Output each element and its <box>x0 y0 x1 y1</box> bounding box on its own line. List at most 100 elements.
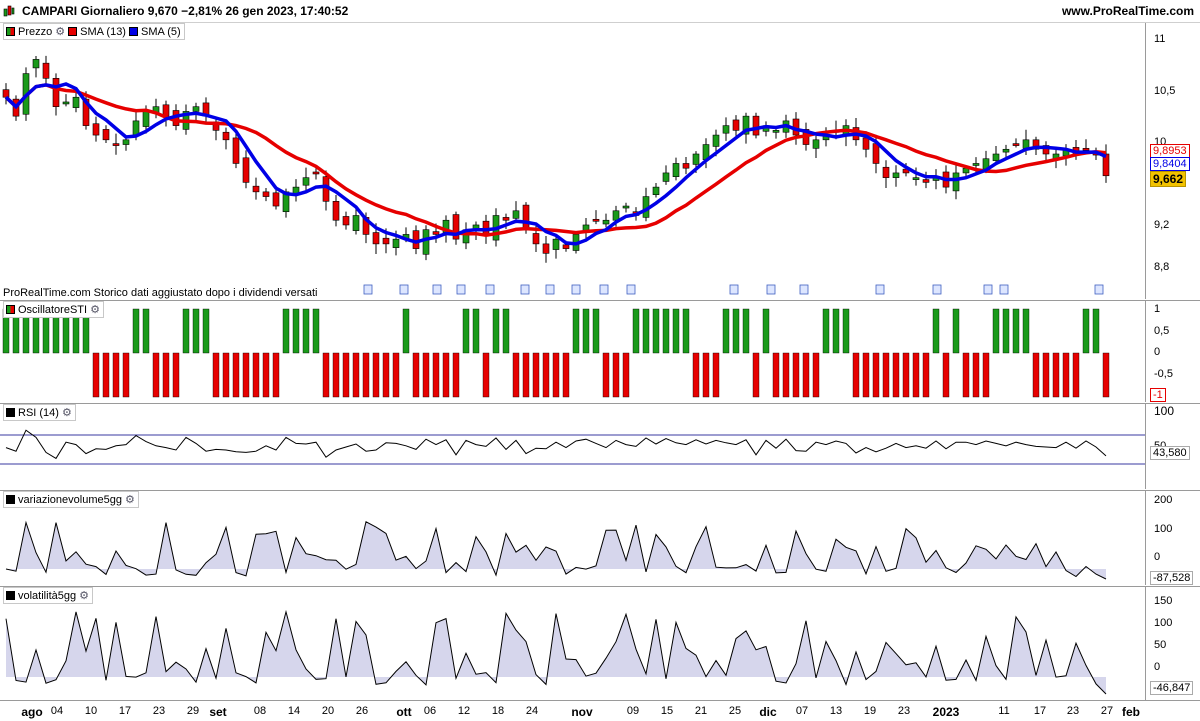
osc-swatch <box>6 305 15 314</box>
oscillator-bar <box>552 352 560 398</box>
candle-body <box>682 163 690 169</box>
x-axis-label: nov <box>571 705 593 719</box>
event-marker-icon <box>485 284 495 295</box>
oscillator-bar <box>852 352 860 398</box>
oscillator-bar <box>752 352 760 398</box>
oscillator-bar <box>472 308 480 354</box>
event-marker-icon <box>1094 284 1104 295</box>
candle-body <box>1012 143 1020 146</box>
osc-tick: -0,5 <box>1154 368 1173 380</box>
volume-change-y-axis[interactable]: 200 100 0 -87,528 <box>1145 491 1200 585</box>
oscillator-bar <box>902 352 910 398</box>
wrench-icon[interactable]: ⚙ <box>62 406 72 419</box>
volume-change-chart[interactable] <box>0 491 1145 585</box>
candle-body <box>62 101 70 105</box>
wrench-icon[interactable]: ⚙ <box>90 303 100 316</box>
candle-body <box>882 166 890 178</box>
volatility-legend[interactable]: volatilità5gg ⚙ <box>3 587 93 604</box>
price-legend[interactable]: Prezzo ⚙ SMA (13) SMA (5) <box>3 23 185 40</box>
oscillator-bar <box>602 352 610 398</box>
oscillator-bar <box>812 352 820 398</box>
rsi-swatch <box>6 408 15 417</box>
volat-tick: 150 <box>1154 595 1173 607</box>
candle-body <box>1022 139 1030 149</box>
last-price-box: 9,662 <box>1150 171 1187 187</box>
price-tick: 10,5 <box>1154 85 1176 97</box>
osc-tick: 1 <box>1154 303 1161 315</box>
site-link[interactable]: www.ProRealTime.com <box>1062 4 1194 18</box>
x-axis-label: 11 <box>998 705 1010 717</box>
candle-body <box>382 237 390 245</box>
candle-body <box>2 89 10 98</box>
oscillator-bar <box>772 352 780 398</box>
price-chart[interactable] <box>0 23 1145 299</box>
candle-body <box>522 204 530 230</box>
x-axis-label: 08 <box>253 705 267 717</box>
oscillator-bar <box>92 352 100 398</box>
oscillator-bar <box>622 352 630 398</box>
price-panel[interactable]: Prezzo ⚙ SMA (13) SMA (5) ProRealTime.co… <box>0 23 1145 299</box>
candle-body <box>532 233 540 245</box>
rsi-legend[interactable]: RSI (14) ⚙ <box>3 404 76 421</box>
x-axis-label: 19 <box>863 705 877 717</box>
oscillator-y-axis[interactable]: 1 0,5 0 -0,5 -1 <box>1145 301 1200 402</box>
volume-change-panel[interactable]: variazionevolume5gg ⚙ <box>0 491 1145 585</box>
sma13-value-box: 9,8953 <box>1150 144 1190 158</box>
oscillator-bar <box>722 308 730 354</box>
oscillator-bar <box>1072 352 1080 398</box>
candle-body <box>622 205 630 209</box>
x-axis-label: 24 <box>525 705 539 717</box>
candle-body <box>912 177 920 180</box>
oscillator-bar <box>222 352 230 398</box>
oscillator-bar <box>272 352 280 398</box>
rsi-y-axis[interactable]: 100 50 43,580 <box>1145 404 1200 489</box>
oscillator-chart[interactable] <box>0 301 1145 402</box>
event-marker-icon <box>399 284 409 295</box>
volatility-y-axis[interactable]: 150 100 50 0 -46,847 <box>1145 587 1200 700</box>
volume-change-legend[interactable]: variazionevolume5gg ⚙ <box>3 491 139 508</box>
oscillator-bar <box>172 352 180 398</box>
candle-body <box>102 129 110 141</box>
candle-body <box>142 111 150 127</box>
oscillator-bar <box>712 352 720 398</box>
oscillator-bar <box>692 352 700 398</box>
candle-body <box>602 219 610 225</box>
x-axis-label: 06 <box>423 705 437 717</box>
sma5-swatch <box>128 27 138 36</box>
wrench-icon[interactable]: ⚙ <box>55 25 65 38</box>
oscillator-bar <box>702 352 710 398</box>
wrench-icon[interactable]: ⚙ <box>125 493 135 506</box>
wrench-icon[interactable]: ⚙ <box>79 589 89 602</box>
x-axis-label: 10 <box>84 705 98 717</box>
candle-body <box>722 125 730 134</box>
rsi-chart[interactable] <box>0 404 1145 489</box>
oscillator-bar <box>592 308 600 354</box>
oscillator-bar <box>1032 352 1040 398</box>
oscillator-bar <box>242 352 250 398</box>
oscillator-bar <box>972 352 980 398</box>
vol-tick: 100 <box>1154 523 1173 535</box>
candle-body <box>672 163 680 178</box>
x-axis-label: 15 <box>660 705 674 717</box>
candle-body <box>42 62 50 79</box>
x-axis-label: 29 <box>186 705 200 717</box>
x-axis-label: 23 <box>1066 705 1080 717</box>
volatility-chart[interactable] <box>0 587 1145 700</box>
oscillator-panel[interactable]: OscillatoreSTI ⚙ <box>0 301 1145 402</box>
x-axis-label: 12 <box>457 705 471 717</box>
oscillator-bar <box>362 352 370 398</box>
candle-body <box>712 134 720 147</box>
oscillator-bar <box>742 308 750 354</box>
candle-body <box>332 201 340 221</box>
x-axis-label: ott <box>396 705 412 719</box>
event-marker-icon <box>875 284 885 295</box>
oscillator-bar <box>142 308 150 354</box>
oscillator-legend[interactable]: OscillatoreSTI ⚙ <box>3 301 104 318</box>
oscillator-bar <box>182 308 190 354</box>
oscillator-bar <box>192 308 200 354</box>
volatility-panel[interactable]: volatilità5gg ⚙ <box>0 587 1145 700</box>
time-x-axis[interactable]: ago 04 10 17 23 29 set 08 14 20 26 ott 06 12 18 24 nov 09… <box>0 700 1200 721</box>
price-y-axis[interactable]: 11 10,5 10 9,2 8,8 9,8953 9,8404 9,662 <box>1145 23 1200 299</box>
rsi-panel[interactable]: RSI (14) ⚙ <box>0 404 1145 489</box>
candle-body <box>542 243 550 254</box>
